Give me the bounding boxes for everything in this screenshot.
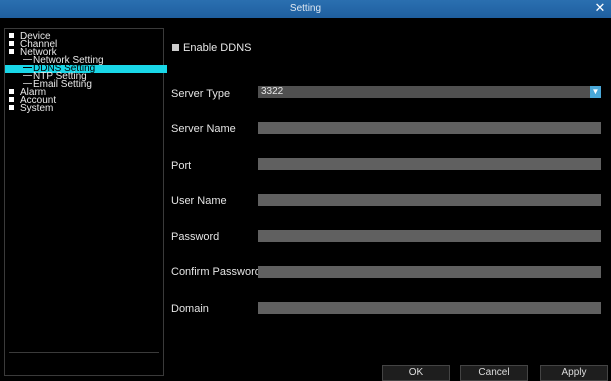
server-type-select[interactable]: 3322 ▼ <box>258 86 601 98</box>
confirm-password-label: Confirm Password <box>171 266 261 278</box>
tree-node-icon <box>9 33 14 38</box>
tree-node-icon <box>9 41 14 46</box>
apply-button[interactable]: Apply <box>540 365 608 381</box>
tree-node-icon <box>9 49 14 54</box>
settings-sidebar: Device Channel Network Network Setting D… <box>4 28 167 376</box>
tree-connector <box>23 67 32 68</box>
user-name-input[interactable] <box>258 194 601 206</box>
checkbox-checked-icon[interactable] <box>172 44 179 51</box>
tree-connector <box>23 59 32 60</box>
enable-ddns-label: Enable DDNS <box>183 42 252 54</box>
tree-item-label: System <box>20 103 54 114</box>
tree-connector <box>23 75 32 76</box>
confirm-password-input[interactable] <box>258 266 601 278</box>
domain-label: Domain <box>171 303 209 315</box>
tree-node-icon <box>9 97 14 102</box>
tree-node-icon <box>9 89 14 94</box>
tree-node-icon <box>9 105 14 110</box>
port-input[interactable] <box>258 158 601 170</box>
tree-item-system[interactable]: System <box>9 103 167 114</box>
password-label: Password <box>171 231 220 243</box>
server-type-value: 3322 <box>261 86 284 97</box>
close-icon[interactable]: ✕ <box>593 1 607 15</box>
password-input[interactable] <box>258 230 601 242</box>
dropdown-arrow-icon[interactable]: ▼ <box>590 86 601 98</box>
user-name-label: User Name <box>171 195 227 207</box>
title-bar: Setting ✕ <box>0 0 611 18</box>
server-name-label: Server Name <box>171 123 236 135</box>
server-name-input[interactable] <box>258 122 601 134</box>
server-type-label: Server Type <box>171 88 231 100</box>
ok-button[interactable]: OK <box>382 365 450 381</box>
domain-input[interactable] <box>258 302 601 314</box>
ddns-settings-panel: Enable DDNS Server Type 3322 ▼ Server Na… <box>170 28 611 381</box>
port-label: Port <box>171 160 192 172</box>
settings-tree: Device Channel Network Network Setting D… <box>5 32 167 114</box>
cancel-button[interactable]: Cancel <box>460 365 528 381</box>
sidebar-divider <box>9 352 159 353</box>
enable-ddns-checkbox[interactable]: Enable DDNS <box>172 42 251 54</box>
tree-connector <box>23 83 32 84</box>
window-title: Setting <box>289 3 322 14</box>
